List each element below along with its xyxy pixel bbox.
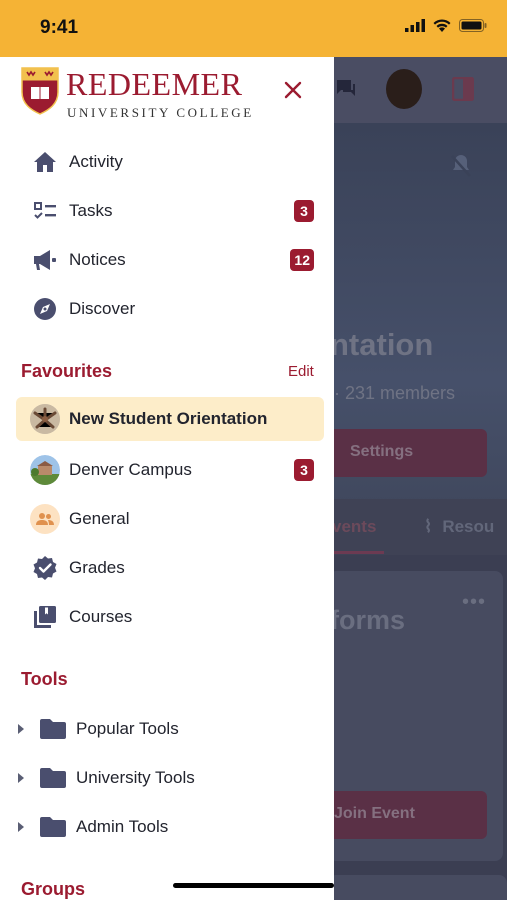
orientation-photo-icon bbox=[30, 404, 60, 434]
status-bar: 9:41 bbox=[0, 0, 507, 57]
close-drawer-button[interactable] bbox=[276, 73, 310, 107]
background-tab-resources-label: Resou bbox=[442, 517, 495, 536]
tool-group-label: Popular Tools bbox=[76, 719, 179, 738]
group-avatar bbox=[30, 404, 60, 434]
background-tab-events: vents bbox=[334, 517, 377, 536]
home-icon bbox=[30, 147, 60, 177]
edit-favourites-link[interactable]: Edit bbox=[288, 363, 314, 380]
group-avatar bbox=[30, 504, 60, 534]
people-icon bbox=[36, 513, 54, 525]
favourite-item-label: General bbox=[69, 509, 130, 528]
status-time: 9:41 bbox=[40, 17, 79, 38]
favourite-item-general[interactable]: General bbox=[16, 497, 324, 541]
nav-item-label: Notices bbox=[69, 250, 126, 269]
favourite-item-label: New Student Orientation bbox=[69, 409, 268, 428]
folder-icon bbox=[39, 766, 67, 790]
background-bottom-card bbox=[334, 875, 507, 900]
nav-item-label: Activity bbox=[69, 152, 123, 171]
tool-group-popular-tools[interactable]: Popular Tools bbox=[14, 707, 314, 751]
tool-group-label: University Tools bbox=[76, 768, 195, 787]
tool-group-admin-tools[interactable]: Admin Tools bbox=[14, 805, 314, 849]
caret-right-icon[interactable] bbox=[14, 771, 28, 785]
profile-avatar bbox=[386, 69, 422, 109]
nav-item-tasks[interactable]: Tasks 3 bbox=[16, 189, 324, 233]
groups-section-title: Groups bbox=[21, 879, 86, 899]
paperclip-icon: ⌇ bbox=[424, 517, 433, 536]
checklist-icon bbox=[30, 196, 60, 226]
chat-icon bbox=[337, 80, 355, 96]
wifi-icon bbox=[433, 19, 451, 32]
favourite-item-label: Courses bbox=[69, 607, 133, 626]
nav-item-label: Discover bbox=[69, 299, 136, 318]
favourite-item-label: Denver Campus bbox=[69, 460, 192, 479]
nav-item-label: Tasks bbox=[69, 201, 113, 220]
notifications-off-icon bbox=[451, 155, 471, 177]
navigation-drawer: REDEEMER UNIVERSITY COLLEGE Activity Tas… bbox=[0, 57, 334, 900]
tool-group-university-tools[interactable]: University Tools bbox=[14, 756, 314, 800]
background-app-overlay[interactable]: ntation · 231 members Settings vents ⌇ Re… bbox=[334, 57, 507, 900]
brand-name: REDEEMER bbox=[66, 66, 243, 102]
background-settings-label: Settings bbox=[350, 443, 414, 460]
nav-item-activity[interactable]: Activity bbox=[16, 140, 324, 184]
denver-campus-count-badge: 3 bbox=[294, 459, 314, 481]
caret-right-icon[interactable] bbox=[14, 722, 28, 736]
background-join-label: Join Event bbox=[334, 805, 415, 822]
home-indicator[interactable] bbox=[173, 883, 334, 888]
nav-item-discover[interactable]: Discover bbox=[16, 287, 324, 331]
campus-photo-icon bbox=[30, 455, 60, 485]
caret-right-icon[interactable] bbox=[14, 820, 28, 834]
library-books-icon bbox=[30, 602, 60, 632]
crest-icon bbox=[21, 67, 59, 115]
background-tab-resources: ⌇ Resou bbox=[424, 517, 494, 537]
battery-icon bbox=[459, 19, 487, 32]
close-icon bbox=[284, 81, 302, 99]
favourite-item-grades[interactable]: Grades bbox=[16, 546, 324, 590]
group-avatar bbox=[30, 455, 60, 485]
notices-count-badge: 12 bbox=[290, 249, 314, 271]
folder-icon bbox=[39, 717, 67, 741]
background-group-title: ntation bbox=[334, 327, 434, 362]
megaphone-icon bbox=[30, 245, 60, 275]
favourite-item-denver-campus[interactable]: Denver Campus 3 bbox=[16, 448, 324, 492]
favourite-item-courses[interactable]: Courses bbox=[16, 595, 324, 639]
status-icons bbox=[405, 19, 487, 32]
nav-item-notices[interactable]: Notices 12 bbox=[16, 238, 324, 282]
background-member-count: · 231 members bbox=[334, 383, 456, 403]
panel-toggle-icon bbox=[452, 77, 474, 101]
favourite-item-label: Grades bbox=[69, 558, 125, 577]
brand-subtitle: UNIVERSITY COLLEGE bbox=[67, 105, 254, 120]
verified-badge-icon bbox=[30, 553, 60, 583]
folder-icon bbox=[39, 815, 67, 839]
cellular-signal-icon bbox=[405, 19, 425, 32]
background-settings-button: Settings bbox=[334, 429, 487, 477]
favourite-item-new-student-orientation[interactable]: New Student Orientation bbox=[16, 397, 324, 441]
background-header bbox=[334, 57, 507, 123]
tools-section-title: Tools bbox=[21, 669, 68, 689]
compass-icon bbox=[30, 294, 60, 324]
brand-logo: REDEEMER UNIVERSITY COLLEGE bbox=[21, 66, 256, 123]
background-join-button: Join Event bbox=[334, 791, 487, 839]
favourites-section-title: Favourites bbox=[21, 361, 113, 381]
more-options-icon: ••• bbox=[462, 591, 487, 613]
tasks-count-badge: 3 bbox=[294, 200, 314, 222]
background-card-title: forms bbox=[334, 605, 406, 635]
background-tab-indicator bbox=[334, 551, 384, 554]
tool-group-label: Admin Tools bbox=[76, 817, 169, 836]
